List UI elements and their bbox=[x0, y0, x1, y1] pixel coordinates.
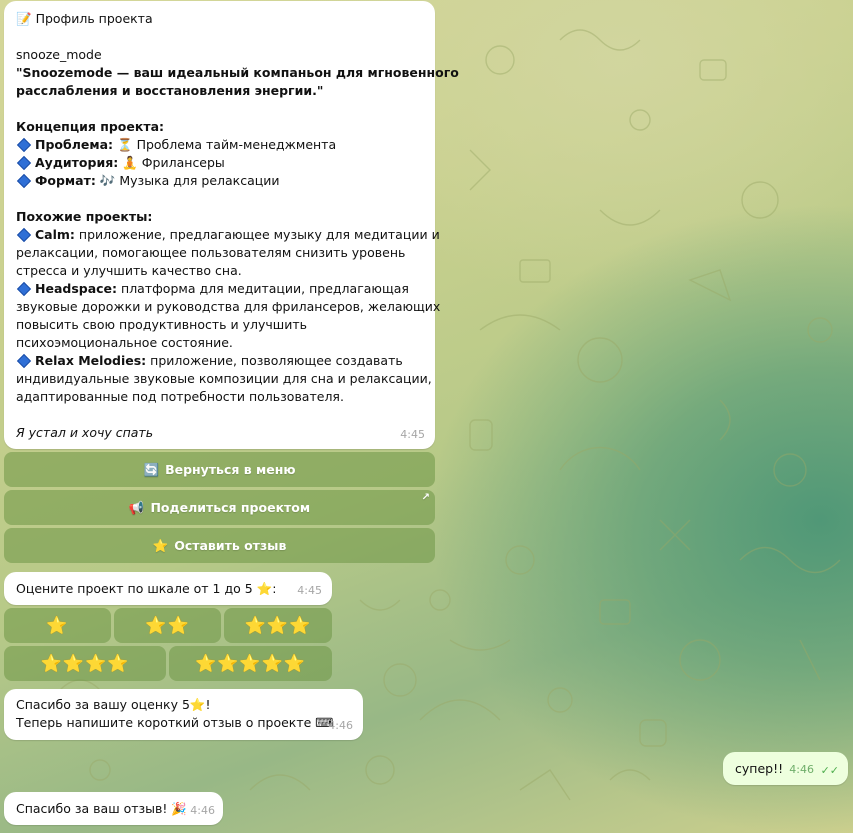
similar-text: повысить свою продуктивность и улучшить bbox=[16, 317, 307, 332]
similar-name: Relax Melodies: bbox=[35, 353, 147, 368]
similar-text: индивидуальные звуковые композиции для с… bbox=[16, 371, 432, 386]
message-time: 4:45 bbox=[400, 428, 425, 441]
thanks-rating-line-2: Теперь напишите короткий отзыв о проекте bbox=[16, 715, 312, 730]
similar-calm: Calm: приложение, предлагающее музыку дл… bbox=[16, 226, 440, 244]
project-profile-message: 📝 Профиль проекта snooze_mode "Snoozemod… bbox=[4, 1, 459, 449]
blue-diamond-icon bbox=[16, 137, 32, 153]
share-project-button[interactable]: 📢 Поделиться проектом ↗ bbox=[4, 490, 435, 525]
message-time: 4:46 bbox=[328, 719, 353, 732]
star-icon: ⭐ bbox=[189, 697, 206, 712]
similar-text: психоэмоциональное состояние. bbox=[16, 335, 233, 350]
leave-review-button[interactable]: ⭐ Оставить отзыв bbox=[4, 528, 435, 563]
project-name: snooze_mode bbox=[16, 47, 102, 62]
memo-icon: 📝 bbox=[16, 11, 32, 26]
concept-format: Формат: 🎶 Музыка для релаксации bbox=[16, 172, 423, 190]
message-time: 4:46 bbox=[789, 763, 814, 776]
music-notes-icon: 🎶 bbox=[99, 173, 116, 188]
rate-prompt-message: Оцените проект по шкале от 1 до 5 ⭐: 4:4… bbox=[4, 572, 332, 605]
similar-headspace: Headspace: платформа для медитации, пред… bbox=[16, 280, 423, 298]
rate-prompt-text: Оцените проект по шкале от 1 до 5 bbox=[16, 581, 253, 596]
similar-text: платформа для медитации, предлагающая bbox=[121, 281, 409, 296]
message-time: 4:45 bbox=[297, 584, 322, 597]
message-time: 4:46 bbox=[190, 804, 215, 817]
blue-diamond-icon bbox=[16, 227, 32, 243]
party-popper-icon: 🎉 bbox=[171, 801, 187, 816]
problem-label: Проблема: bbox=[35, 137, 114, 152]
similar-text: стресса и улучшить качество сна. bbox=[16, 263, 242, 278]
thanks-review-message: Спасибо за ваш отзыв! 🎉 4:46 bbox=[4, 792, 223, 825]
user-message: супер!! 4:46 ✓✓ bbox=[723, 752, 848, 785]
thanks-rating-suffix: ! bbox=[205, 697, 211, 712]
blue-diamond-icon bbox=[16, 173, 32, 189]
rating-2-button[interactable]: ⭐⭐ bbox=[114, 608, 221, 643]
refresh-icon: 🔄 bbox=[143, 461, 160, 477]
external-link-arrow-icon: ↗ bbox=[421, 492, 430, 503]
audience-value: Фрилансеры bbox=[141, 155, 225, 170]
megaphone-icon: 📢 bbox=[128, 499, 145, 515]
profile-header: Профиль проекта bbox=[35, 11, 153, 26]
similar-text: адаптированные под потребности пользоват… bbox=[16, 389, 344, 404]
hourglass-icon: ⏳ bbox=[117, 137, 133, 152]
rating-3-button[interactable]: ⭐⭐⭐ bbox=[224, 608, 332, 643]
similar-name: Calm: bbox=[35, 227, 75, 242]
similar-text: приложение, позволяющее создавать bbox=[150, 353, 403, 368]
back-to-menu-button[interactable]: 🔄 Вернуться в меню bbox=[4, 452, 435, 487]
blue-diamond-icon bbox=[16, 155, 32, 171]
thanks-rating-line-1: Спасибо за вашу оценку 5 bbox=[16, 697, 190, 712]
star-icon: ⭐ bbox=[256, 581, 273, 596]
double-check-icon: ✓✓ bbox=[820, 764, 839, 777]
similar-name: Headspace: bbox=[35, 281, 118, 296]
leave-review-label: Оставить отзыв bbox=[174, 538, 287, 553]
problem-value: Проблема тайм-менеджмента bbox=[136, 137, 337, 152]
blue-diamond-icon bbox=[16, 281, 32, 297]
rate-prompt-suffix: : bbox=[272, 581, 277, 596]
format-label: Формат: bbox=[35, 173, 96, 188]
concept-audience: Аудитория: 🧘 Фрилансеры bbox=[16, 154, 423, 172]
format-value: Музыка для релаксации bbox=[119, 173, 280, 188]
rating-4-button[interactable]: ⭐⭐⭐⭐ bbox=[4, 646, 166, 681]
concept-problem: Проблема: ⏳ Проблема тайм-менеджмента bbox=[16, 136, 423, 154]
back-to-menu-label: Вернуться в меню bbox=[165, 462, 296, 477]
user-message-text: супер!! bbox=[735, 761, 784, 776]
rating-5-button[interactable]: ⭐⭐⭐⭐⭐ bbox=[169, 646, 332, 681]
meditating-person-icon: 🧘 bbox=[122, 155, 138, 170]
audience-label: Аудитория: bbox=[35, 155, 119, 170]
share-project-label: Поделиться проектом bbox=[150, 500, 311, 515]
blue-diamond-icon bbox=[16, 353, 32, 369]
rating-1-button[interactable]: ⭐ bbox=[4, 608, 111, 643]
thanks-review-text: Спасибо за ваш отзыв! bbox=[16, 801, 168, 816]
similar-relax-melodies: Relax Melodies: приложение, позволяющее … bbox=[16, 352, 423, 370]
similar-text: приложение, предлагающее музыку для меди… bbox=[78, 227, 440, 242]
star-icon: ⭐ bbox=[152, 537, 169, 553]
concept-title: Концепция проекта: bbox=[16, 119, 165, 134]
profile-footer: Я устал и хочу спать bbox=[16, 425, 154, 440]
similar-text: звуковые дорожки и руководства для фрила… bbox=[16, 299, 441, 314]
tagline-line-1: "Snoozemode — ваш идеальный компаньон дл… bbox=[16, 65, 459, 80]
tagline-line-2: расслабления и восстановления энергии." bbox=[16, 83, 324, 98]
similar-text: релаксации, помогающее пользователям сни… bbox=[16, 245, 406, 260]
similar-title: Похожие проекты: bbox=[16, 209, 153, 224]
thanks-rating-message: Спасибо за вашу оценку 5⭐! Теперь напиши… bbox=[4, 689, 363, 740]
